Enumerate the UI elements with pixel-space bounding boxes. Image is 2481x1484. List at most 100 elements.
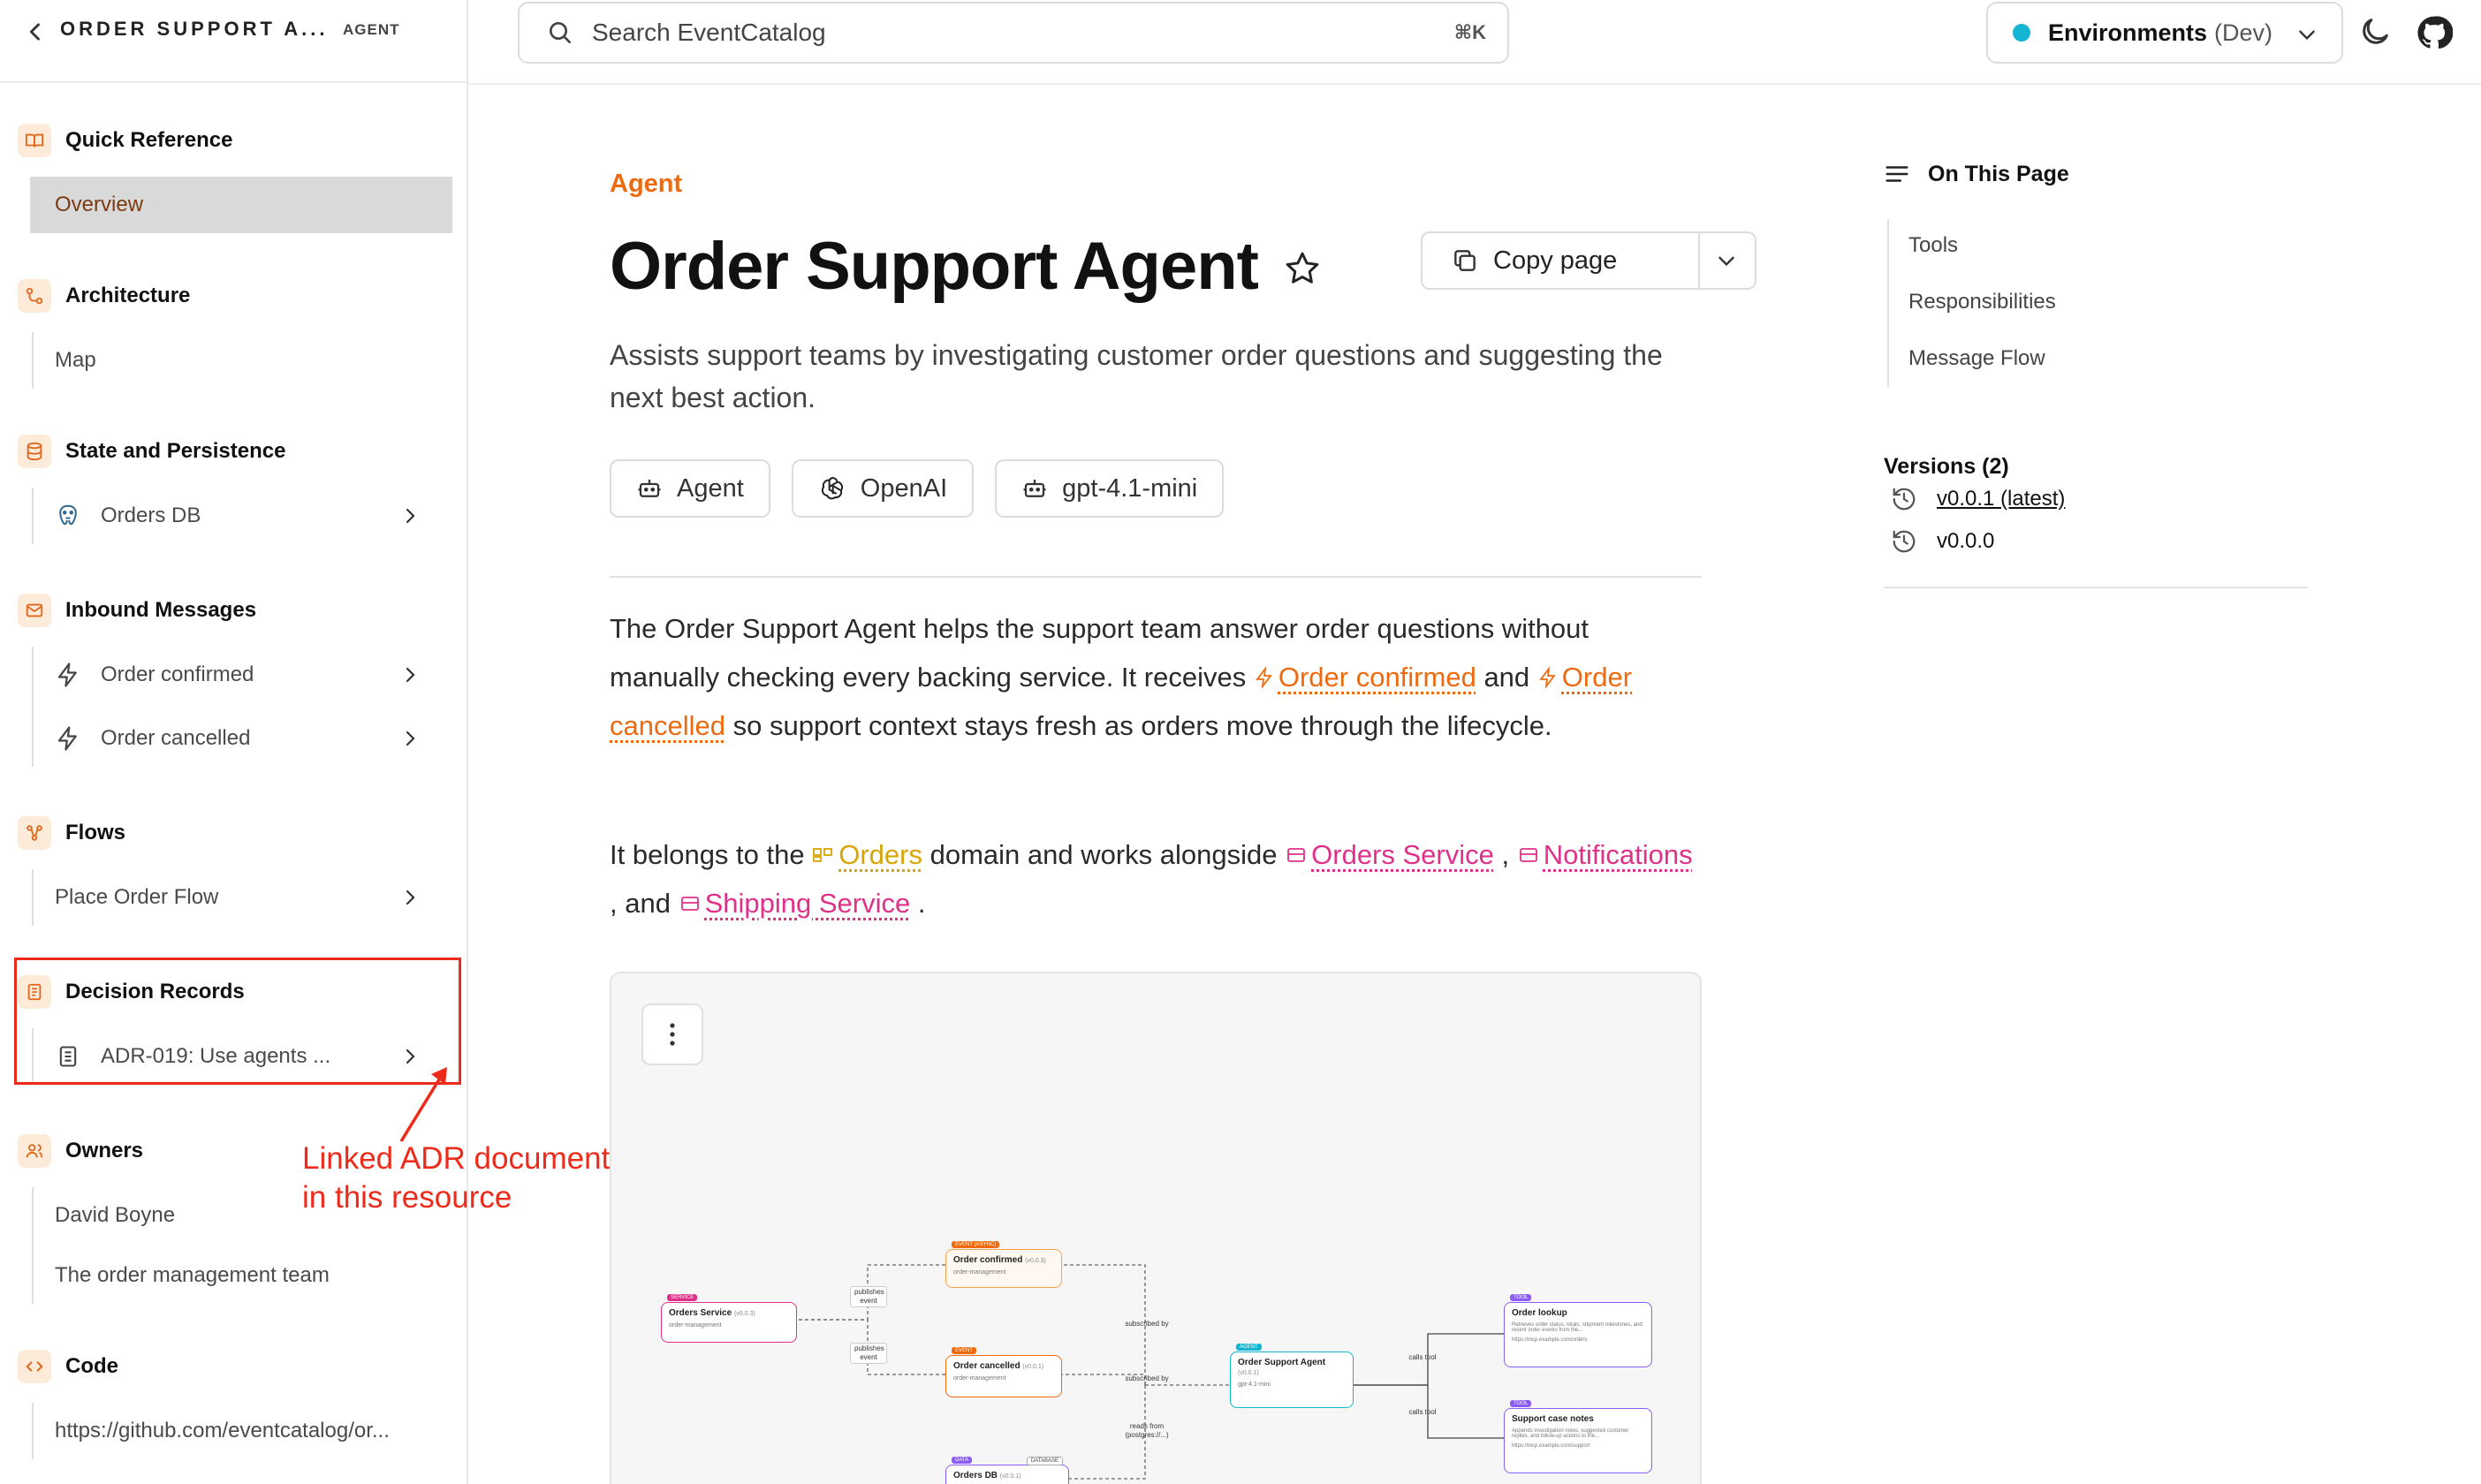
version-link-v000[interactable]: v0.0.0 — [1891, 528, 1994, 555]
architecture-icon — [18, 279, 51, 313]
node-meta: Appends investigation notes, suggested c… — [1512, 1428, 1644, 1439]
text: and — [1483, 662, 1529, 693]
node-meta: order-management — [953, 1375, 1054, 1382]
node-version: (v0.0.1) — [1238, 1370, 1259, 1376]
annotation-line: Linked ADR document — [302, 1140, 610, 1178]
architecture-diagram[interactable]: SERVICE Orders Service (v0.0.3) order-ma… — [610, 972, 1702, 1484]
toc-link-responsibilities[interactable]: Responsibilities — [1908, 290, 2056, 314]
sidebar-title: ORDER SUPPORT A... — [60, 18, 328, 41]
section-label: Code — [65, 1354, 118, 1379]
node-version: (v0.0.1) — [1000, 1473, 1021, 1480]
node-meta: Retrieves order status, totals, shipment… — [1512, 1322, 1644, 1333]
sidebar-item-label: The order management team — [55, 1263, 330, 1288]
chevron-right-icon — [399, 664, 421, 685]
sidebar-item-label: Map — [55, 348, 96, 373]
dark-mode-moon-icon[interactable] — [2357, 14, 2393, 49]
openai-icon — [818, 474, 846, 503]
environment-status-dot — [2013, 24, 2030, 42]
section-inbound: Inbound Messages — [18, 594, 256, 627]
toc-link-message-flow[interactable]: Message Flow — [1908, 346, 2045, 371]
diagram-node-order-lookup[interactable]: TOOL Order lookup Retrieves order status… — [1504, 1302, 1652, 1367]
users-icon — [18, 1134, 51, 1168]
search-shortcut: ⌘K — [1454, 21, 1486, 44]
sidebar-item-order-cancelled[interactable]: Order cancelled — [32, 710, 452, 767]
search-icon — [546, 19, 574, 47]
page-summary: Assists support teams by investigating c… — [610, 334, 1705, 419]
text: . — [918, 888, 926, 919]
diagram-node-orders-service[interactable]: SERVICE Orders Service (v0.0.3) order-ma… — [661, 1302, 797, 1343]
sidebar-item-label: Orders DB — [101, 504, 201, 528]
environment-selector[interactable]: Environments (Dev) — [1986, 2, 2343, 64]
domain-icon — [812, 844, 835, 866]
edge-label: calls tool — [1403, 1408, 1442, 1417]
node-tag: SERVICE — [667, 1294, 697, 1301]
link-shipping-service[interactable]: Shipping Service — [705, 888, 911, 919]
versions-title: Versions (2) — [1884, 454, 2009, 480]
sidebar-header: ORDER SUPPORT A... AGENT — [0, 0, 467, 83]
code-icon — [18, 1350, 51, 1383]
node-url: https://mcp.example.com/orders — [1512, 1337, 1644, 1343]
sidebar-item-owner-team[interactable]: The order management team — [32, 1247, 452, 1304]
copy-page-button[interactable]: Copy page — [1421, 231, 1700, 290]
node-meta: gpt-4.1-mini — [1238, 1382, 1346, 1388]
node-meta: order-management — [669, 1322, 789, 1329]
search-input[interactable]: Search EventCatalog ⌘K — [518, 2, 1509, 64]
diagram-node-support-notes[interactable]: TOOL Support case notes Appends investig… — [1504, 1408, 1652, 1473]
sidebar: ORDER SUPPORT A... AGENT Quick Reference… — [0, 0, 468, 1484]
bot-icon — [636, 475, 663, 502]
search-placeholder: Search EventCatalog — [592, 19, 826, 47]
resource-type-label: Agent — [610, 170, 682, 199]
node-tag: EVENT — [952, 1347, 976, 1354]
diagram-node-agent[interactable]: AGENT Order Support Agent (v0.0.1) gpt-4… — [1230, 1352, 1354, 1408]
resource-type-badge: AGENT — [343, 21, 400, 39]
sidebar-item-label: David Boyne — [55, 1203, 175, 1228]
diagram-node-orders-db[interactable]: DATA DATABASE Orders DB (v0.0.1) — [945, 1465, 1069, 1484]
section-label: Architecture — [65, 284, 190, 308]
divider — [1884, 587, 2308, 588]
flow-icon — [18, 816, 51, 850]
chevron-left-icon[interactable] — [23, 19, 48, 44]
section-label: State and Persistence — [65, 439, 285, 464]
version-label: v0.0.1 (latest) — [1937, 487, 2065, 511]
link-orders-service[interactable]: Orders Service — [1311, 839, 1494, 870]
toc-link-tools[interactable]: Tools — [1908, 233, 1958, 258]
github-icon[interactable] — [2416, 14, 2453, 51]
diagram-node-order-confirmed[interactable]: EVENT (ASYNC) Order confirmed (v0.0.3) o… — [945, 1249, 1062, 1288]
section-label: Quick Reference — [65, 128, 232, 153]
link-notifications[interactable]: Notifications — [1544, 839, 1693, 870]
node-title: Order Support Agent — [1238, 1358, 1325, 1367]
node-title: Orders Service — [669, 1308, 732, 1318]
node-tag: AGENT — [1236, 1344, 1262, 1351]
text: , — [1502, 839, 1510, 870]
link-order-confirmed[interactable]: Order confirmed — [1278, 662, 1476, 693]
sidebar-item-label: Order cancelled — [101, 726, 250, 751]
sidebar-item-label: https://github.com/eventcatalog/or... — [55, 1419, 390, 1443]
sidebar-item-orders-db[interactable]: Orders DB — [32, 488, 452, 544]
node-badge: DATABASE — [1027, 1457, 1063, 1465]
star-favorite-icon[interactable] — [1283, 249, 1322, 288]
badge-label: gpt-4.1-mini — [1062, 474, 1197, 504]
node-version: (v0.0.3) — [734, 1311, 755, 1317]
edge-label: publishes event — [850, 1343, 887, 1364]
sidebar-item-order-confirmed[interactable]: Order confirmed — [32, 647, 452, 703]
sidebar-item-repo-link[interactable]: https://github.com/eventcatalog/or... — [32, 1403, 452, 1459]
section-code: Code — [18, 1350, 118, 1383]
history-icon — [1891, 528, 1917, 555]
node-version: (v0.0.1) — [1022, 1364, 1043, 1370]
sidebar-item-map[interactable]: Map — [32, 332, 452, 389]
bolt-icon — [55, 662, 81, 688]
copy-options-dropdown[interactable] — [1698, 231, 1756, 290]
diagram-node-order-cancelled[interactable]: EVENT Order cancelled (v0.0.1) order-man… — [945, 1355, 1062, 1397]
badge-label: Agent — [677, 474, 744, 504]
sidebar-item-overview[interactable]: Overview — [30, 177, 452, 233]
node-title: Orders DB — [953, 1471, 998, 1480]
bolt-icon — [55, 725, 81, 752]
history-icon — [1891, 486, 1917, 512]
version-link-latest[interactable]: v0.0.1 (latest) — [1891, 486, 2065, 512]
text: , and — [610, 888, 671, 919]
link-orders-domain[interactable]: Orders — [838, 839, 922, 870]
chevron-right-icon — [399, 728, 421, 749]
sidebar-item-place-order-flow[interactable]: Place Order Flow — [32, 869, 452, 926]
version-label: v0.0.0 — [1937, 529, 1994, 554]
node-tag: TOOL — [1510, 1294, 1531, 1301]
